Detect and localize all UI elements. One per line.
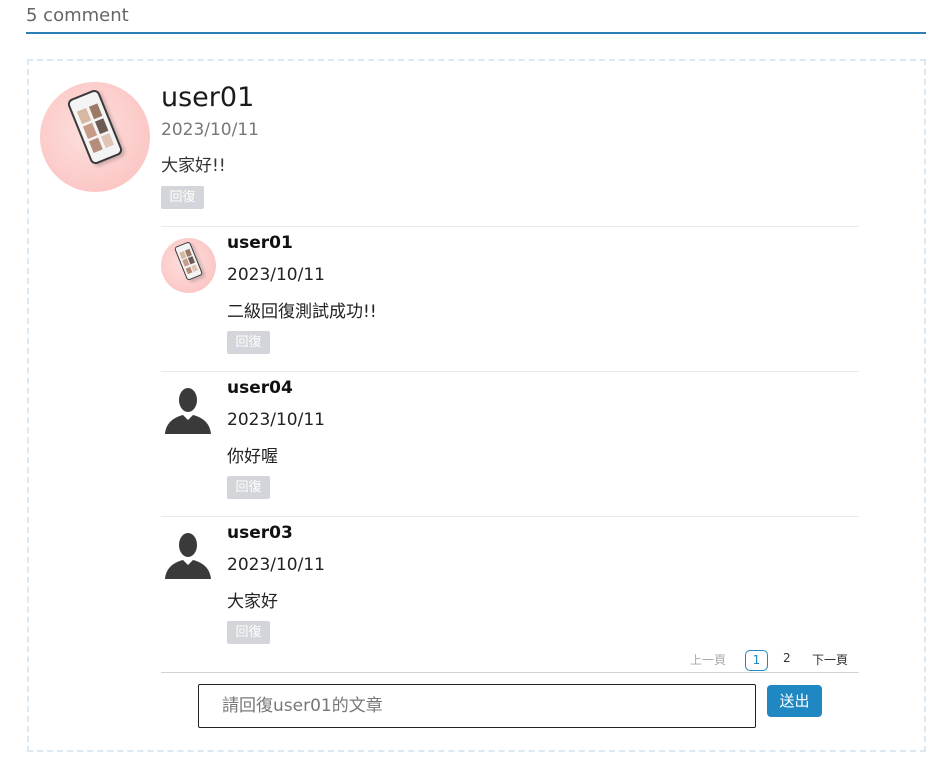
pagination-next[interactable]: 下一頁 <box>812 651 848 668</box>
avatar <box>161 238 216 293</box>
submit-button[interactable]: 送出 <box>767 685 822 717</box>
pagination-page-2[interactable]: 2 <box>783 651 791 665</box>
reply-button[interactable]: 回復 <box>161 186 204 209</box>
divider <box>161 371 859 372</box>
phone-photo-icon <box>173 241 204 281</box>
reply-date: 2023/10/11 <box>227 410 325 430</box>
reply-author: user03 <box>227 523 293 543</box>
pagination-current-page[interactable]: 1 <box>745 650 768 671</box>
divider <box>161 516 859 517</box>
reply-text: 你好喔 <box>227 447 278 467</box>
pagination-divider <box>161 672 859 673</box>
reply-author: user01 <box>227 233 293 253</box>
comment-date: 2023/10/11 <box>161 120 259 140</box>
person-silhouette-icon <box>165 388 211 434</box>
reply-input[interactable]: 請回復user01的文章 <box>198 684 756 728</box>
comment-text: 大家好!! <box>161 156 226 176</box>
reply-button[interactable]: 回復 <box>227 476 270 499</box>
comment-count-underline <box>26 32 926 34</box>
pagination-prev[interactable]: 上一頁 <box>690 651 726 668</box>
divider <box>161 226 859 227</box>
reply-date: 2023/10/11 <box>227 265 325 285</box>
comment-count: 5 comment <box>26 5 129 26</box>
avatar <box>40 82 150 192</box>
person-silhouette-icon <box>165 533 211 579</box>
phone-photo-icon <box>66 88 124 166</box>
reply-text: 大家好 <box>227 592 278 612</box>
reply-text: 二級回復測試成功!! <box>227 302 377 322</box>
reply-button[interactable]: 回復 <box>227 331 270 354</box>
reply-button[interactable]: 回復 <box>227 621 270 644</box>
comment-author: user01 <box>161 82 255 113</box>
reply-author: user04 <box>227 378 293 398</box>
reply-date: 2023/10/11 <box>227 555 325 575</box>
